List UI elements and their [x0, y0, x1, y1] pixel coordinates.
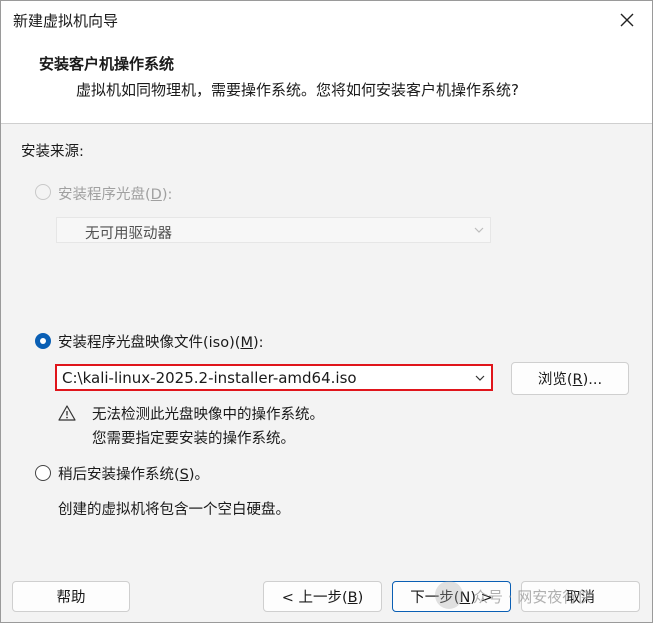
iso-path-combobox[interactable]: C:\kali-linux-2025.2-installer-amd64.iso [55, 364, 493, 391]
warning-icon [58, 405, 76, 421]
back-button-label: < 上一步(B) [281, 590, 364, 606]
chevron-down-icon[interactable] [475, 373, 485, 383]
wizard-body: 安装来源: 安装程序光盘(D): 无可用驱动器 安装程序光盘映像文件(iso)(… [1, 124, 652, 559]
help-button[interactable]: 帮助 [12, 581, 130, 612]
cancel-button-label: 取消 [566, 590, 595, 606]
help-button-label: 帮助 [56, 590, 86, 606]
warning-line-2: 您需要指定要安装的操作系统。 [92, 431, 295, 447]
chevron-down-icon [474, 227, 484, 233]
warning-line-1: 无法检测此光盘映像中的操作系统。 [92, 407, 324, 423]
iso-option-label: 安装程序光盘映像文件(iso)(M): [58, 335, 264, 351]
iso-radio[interactable] [35, 333, 51, 349]
install-later-description: 创建的虚拟机将包含一个空白硬盘。 [58, 502, 290, 518]
os-detect-warning: 无法检测此光盘映像中的操作系统。 您需要指定要安装的操作系统。 [92, 403, 324, 451]
close-icon [620, 13, 634, 27]
browse-button-label: 浏览(R)... [537, 372, 603, 388]
install-later-radio[interactable] [35, 465, 51, 481]
back-button[interactable]: < 上一步(B) [263, 581, 382, 612]
cancel-button[interactable]: 取消 [521, 581, 640, 612]
iso-path-value: C:\kali-linux-2025.2-installer-amd64.iso [62, 369, 357, 387]
page-subtitle: 虚拟机如同物理机，需要操作系统。您将如何安装客户机操作系统? [76, 81, 519, 99]
wizard-header: 安装客户机操作系统 虚拟机如同物理机，需要操作系统。您将如何安装客户机操作系统? [1, 39, 652, 124]
page-title: 安装客户机操作系统 [39, 55, 175, 73]
next-button[interactable]: 下一步(N) > [392, 581, 511, 612]
install-source-label: 安装来源: [21, 144, 84, 160]
close-button[interactable] [610, 5, 644, 35]
window-title: 新建虚拟机向导 [13, 12, 119, 30]
disc-drive-value: 无可用驱动器 [85, 226, 172, 242]
new-vm-wizard-window: 新建虚拟机向导 安装客户机操作系统 虚拟机如同物理机，需要操作系统。您将如何安装… [0, 0, 653, 623]
browse-button[interactable]: 浏览(R)... [511, 362, 629, 395]
install-later-label: 稍后安装操作系统(S)。 [58, 467, 210, 483]
disc-drive-select[interactable]: 无可用驱动器 [56, 217, 491, 243]
title-bar: 新建虚拟机向导 [1, 1, 652, 39]
disc-radio[interactable] [35, 184, 51, 200]
disc-option-label: 安装程序光盘(D): [58, 187, 173, 203]
next-button-label: 下一步(N) > [410, 590, 493, 606]
